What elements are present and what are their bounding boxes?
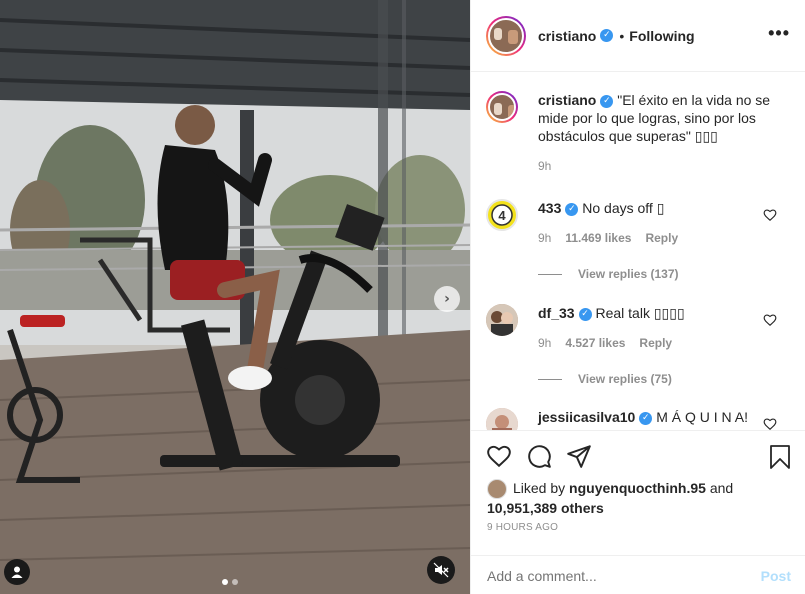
reply-button[interactable]: Reply xyxy=(645,229,678,247)
divider-line xyxy=(538,378,562,380)
post-comment-button[interactable]: Post xyxy=(761,568,791,584)
tagged-users-button[interactable] xyxy=(4,559,30,585)
profile-photo-icon xyxy=(486,408,518,430)
view-replies-button[interactable]: View replies (75) xyxy=(538,370,773,388)
liked-by-user[interactable]: nguyenquocthinh.95 xyxy=(569,480,706,496)
like-heart-icon[interactable] xyxy=(486,443,512,469)
liked-by-and: and xyxy=(709,480,734,496)
liked-by-others[interactable]: 10,951,389 others xyxy=(487,500,604,516)
comment-text: No days off ▯ xyxy=(582,200,665,216)
mute-button[interactable] xyxy=(427,556,455,584)
view-replies-label: View replies (137) xyxy=(578,267,679,281)
commenter-avatar[interactable] xyxy=(486,304,518,336)
post-media[interactable]: › xyxy=(0,0,470,594)
verified-badge-icon: ✓ xyxy=(600,29,614,42)
verified-badge-icon: ✓ xyxy=(600,94,614,108)
verified-badge-icon: ✓ xyxy=(639,411,653,425)
brand-logo-icon: 4 xyxy=(491,204,513,226)
heart-icon[interactable] xyxy=(763,313,777,327)
carousel-dot-active xyxy=(222,579,228,585)
bookmark-icon[interactable] xyxy=(768,444,792,470)
comment-time[interactable]: 9h xyxy=(538,229,551,247)
comment-text: M Á Q U I N A! xyxy=(656,409,748,425)
chevron-right-icon: › xyxy=(444,291,450,307)
verified-badge-icon: ✓ xyxy=(578,307,592,321)
commenter-avatar[interactable]: 4 xyxy=(486,199,518,231)
comment-input[interactable] xyxy=(487,568,737,584)
comment-text: Real talk ▯▯▯▯ xyxy=(595,305,685,321)
following-button[interactable]: Following xyxy=(629,28,694,44)
profile-photo-icon xyxy=(486,304,518,336)
reply-button[interactable]: Reply xyxy=(639,334,672,352)
comment-likes[interactable]: 4.527 likes xyxy=(565,334,625,352)
liked-by-summary: Liked by nguyenquocthinh.95 and 10,951,3… xyxy=(487,479,733,517)
commenter-avatar[interactable] xyxy=(486,408,518,430)
video-frame xyxy=(0,0,470,594)
add-comment-bar: Post xyxy=(471,555,805,594)
commenter-username[interactable]: df_33 xyxy=(538,305,575,321)
liker-avatar[interactable] xyxy=(487,479,507,500)
header-separator: • xyxy=(619,27,625,44)
view-replies-label: View replies (75) xyxy=(578,372,672,386)
carousel-next-button[interactable]: › xyxy=(434,286,460,312)
caption-avatar[interactable] xyxy=(486,91,518,123)
author-avatar[interactable] xyxy=(486,15,526,56)
post-header: cristiano ✓ • Following ••• xyxy=(471,0,805,72)
share-icon[interactable] xyxy=(566,443,592,469)
carousel-indicator xyxy=(222,579,238,585)
more-horizontal-icon[interactable]: ••• xyxy=(768,24,790,42)
post-timestamp[interactable]: 9 HOURS AGO xyxy=(487,522,558,533)
commenter-username[interactable]: jessiicasilva10 xyxy=(538,409,635,425)
view-replies-button[interactable]: View replies (137) xyxy=(538,265,773,283)
post-actions: Liked by nguyenquocthinh.95 and 10,951,3… xyxy=(471,430,805,594)
speaker-muted-icon xyxy=(433,562,449,578)
caption-time[interactable]: 9h xyxy=(538,157,551,175)
comments-list[interactable]: cristiano ✓ "El éxito en la vida no se mi… xyxy=(471,73,805,430)
divider-line xyxy=(538,273,562,275)
svg-text:4: 4 xyxy=(498,208,506,223)
author-username[interactable]: cristiano xyxy=(538,28,596,44)
commenter-username[interactable]: 433 xyxy=(538,200,561,216)
comment-likes[interactable]: 11.469 likes xyxy=(565,229,631,247)
liked-by-prefix: Liked by xyxy=(513,480,566,496)
carousel-dot xyxy=(232,579,238,585)
comment-time[interactable]: 9h xyxy=(538,334,551,352)
heart-icon[interactable] xyxy=(763,208,777,222)
heart-icon[interactable] xyxy=(763,417,777,430)
verified-badge-icon: ✓ xyxy=(565,202,579,216)
caption-username[interactable]: cristiano xyxy=(538,92,596,108)
post-details-panel: cristiano ✓ • Following ••• cristiano ✓ "… xyxy=(470,0,805,594)
user-icon xyxy=(11,566,23,578)
comment-icon[interactable] xyxy=(526,443,552,469)
